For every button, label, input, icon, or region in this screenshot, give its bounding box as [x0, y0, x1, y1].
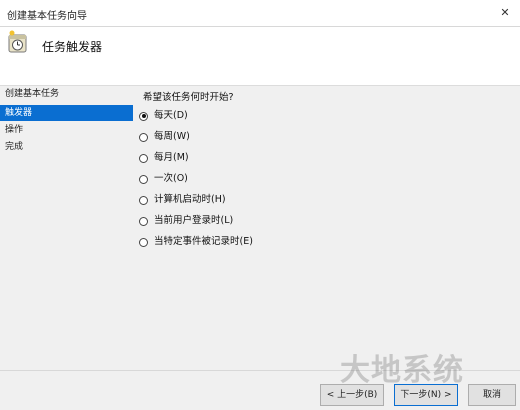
radio-weekly[interactable]	[139, 132, 148, 142]
option-label: 每周(W)	[154, 131, 190, 142]
option-once[interactable]: 一次(O)	[139, 170, 188, 188]
step-action[interactable]: 操作	[0, 122, 133, 138]
option-label: 当前用户登录时(L)	[154, 215, 234, 226]
radio-monthly[interactable]	[139, 153, 148, 163]
option-weekly[interactable]: 每周(W)	[139, 128, 190, 146]
step-label: 创建基本任务	[5, 89, 60, 99]
step-create-basic-task[interactable]: 创建基本任务	[0, 86, 133, 102]
wizard-header: 任务触发器	[0, 27, 520, 86]
step-trigger[interactable]: 触发器	[0, 105, 133, 121]
cancel-button[interactable]: 取消	[468, 384, 516, 406]
option-label: 每月(M)	[154, 152, 189, 163]
option-monthly[interactable]: 每月(M)	[139, 149, 189, 167]
window-title: 创建基本任务向导	[7, 11, 87, 22]
next-button[interactable]: 下一步(N) >	[394, 384, 458, 406]
trigger-options-panel: 希望该任务何时开始? 每天(D) 每周(W) 每月(M) 一次(O) 计算机启动…	[139, 89, 509, 359]
wizard-step-list: 创建基本任务 触发器 操作 完成	[0, 86, 133, 366]
task-clock-icon	[8, 30, 27, 53]
radio-at-logon[interactable]	[139, 216, 148, 226]
step-label: 操作	[5, 125, 24, 135]
step-label: 触发器	[5, 108, 33, 118]
trigger-question: 希望该任务何时开始?	[143, 92, 234, 103]
option-daily[interactable]: 每天(D)	[139, 107, 188, 125]
window-titlebar: 创建基本任务向导 ✕	[0, 0, 520, 27]
page-title: 任务触发器	[42, 40, 103, 54]
option-label: 每天(D)	[154, 110, 188, 121]
step-finish[interactable]: 完成	[0, 139, 133, 155]
option-label: 当特定事件被记录时(E)	[154, 236, 253, 247]
radio-at-startup[interactable]	[139, 195, 148, 205]
option-label: 一次(O)	[154, 173, 188, 184]
radio-on-event[interactable]	[139, 237, 148, 247]
option-label: 计算机启动时(H)	[154, 194, 226, 205]
radio-daily[interactable]	[139, 111, 148, 121]
close-icon[interactable]: ✕	[490, 0, 520, 26]
step-label: 完成	[5, 142, 24, 152]
back-button[interactable]: < 上一步(B)	[320, 384, 384, 406]
option-at-startup[interactable]: 计算机启动时(H)	[139, 191, 226, 209]
option-at-logon[interactable]: 当前用户登录时(L)	[139, 212, 233, 230]
watermark-logo: 大地系统	[340, 353, 464, 388]
option-on-event[interactable]: 当特定事件被记录时(E)	[139, 233, 253, 251]
radio-once[interactable]	[139, 174, 148, 184]
